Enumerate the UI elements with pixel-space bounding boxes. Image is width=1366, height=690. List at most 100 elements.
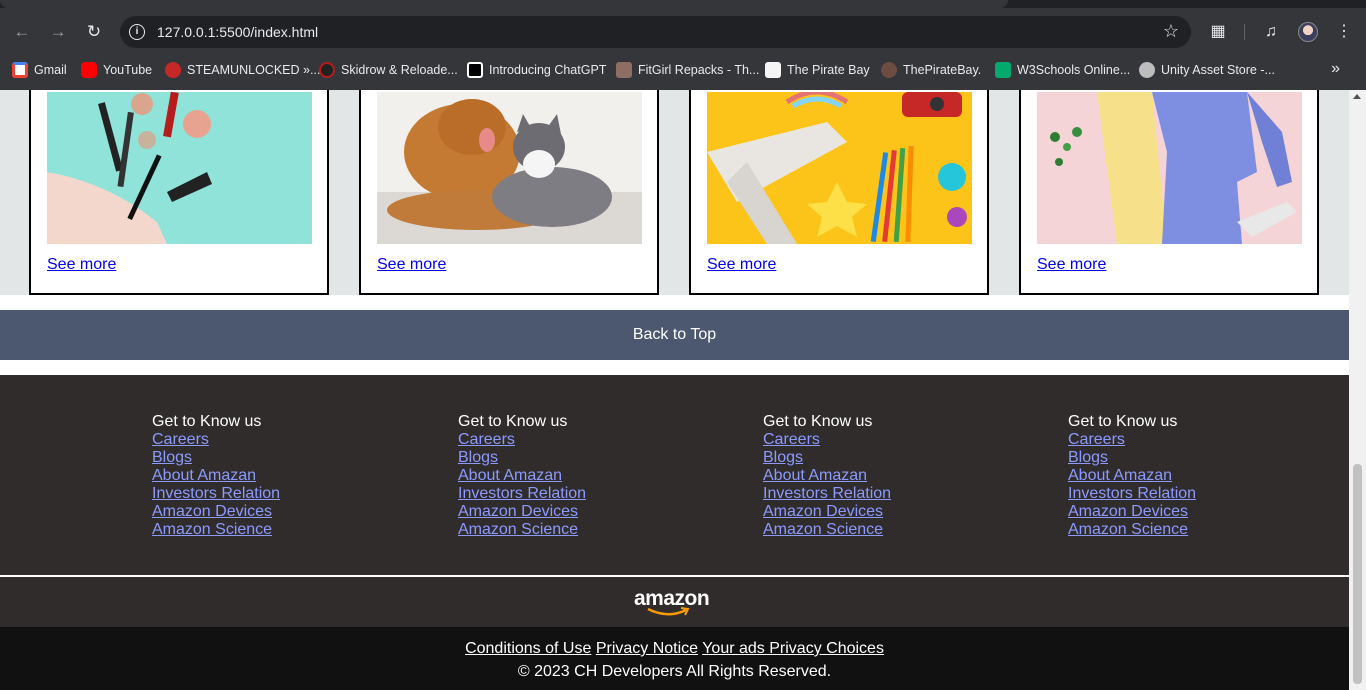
- skidrow-icon: [319, 62, 335, 78]
- menu-kebab-icon[interactable]: ⋮: [1330, 18, 1358, 46]
- footer-link-careers[interactable]: Careers: [458, 431, 658, 449]
- bookmark-thepiratebay[interactable]: ThePirateBay.: [881, 60, 981, 80]
- footer-link-about[interactable]: About Amazan: [458, 467, 658, 485]
- category-card: See more: [359, 90, 659, 295]
- category-cards-section: See more See more See more See more: [0, 90, 1349, 295]
- footer-column-heading: Get to Know us: [152, 413, 262, 430]
- category-card: See more: [689, 90, 989, 295]
- bookmark-star-icon[interactable]: ☆: [1163, 21, 1179, 42]
- bookmark-piratebay[interactable]: The Pirate Bay: [765, 60, 870, 80]
- see-more-link[interactable]: See more: [1037, 256, 1106, 274]
- back-to-top-button[interactable]: Back to Top: [0, 310, 1349, 360]
- dog-and-cat-image: [377, 92, 642, 244]
- bookmark-label: W3Schools Online...: [1017, 63, 1131, 77]
- back-arrow-icon[interactable]: ←: [8, 18, 36, 46]
- profile-avatar[interactable]: [1298, 22, 1318, 42]
- bookmark-steamunlocked[interactable]: STEAMUNLOCKED »...: [165, 60, 320, 80]
- bookmarks-overflow-icon[interactable]: »: [1331, 60, 1340, 78]
- category-card: See more: [29, 90, 329, 295]
- bookmark-label: STEAMUNLOCKED »...: [187, 63, 321, 77]
- bookmark-skidrow[interactable]: Skidrow & Reloade...: [319, 60, 458, 80]
- page-viewport: See more See more See more See more Back…: [0, 90, 1349, 690]
- browser-chrome: ← → ↻ i 127.0.0.1:5500/index.html ☆ ▦ ♫ …: [0, 0, 1366, 90]
- bookmark-label: Gmail: [34, 63, 67, 77]
- footer-link-about[interactable]: About Amazan: [152, 467, 352, 485]
- footer-logo-band: amazon: [0, 577, 1349, 627]
- bookmark-label: Introducing ChatGPT: [489, 63, 607, 77]
- bookmark-label: ThePirateBay.: [903, 63, 982, 77]
- fashion-clothing-image: [1037, 92, 1302, 244]
- toolbar-divider: [1244, 24, 1245, 40]
- see-more-link[interactable]: See more: [377, 256, 446, 274]
- amazon-smile-icon: [647, 607, 690, 616]
- footer-link-science[interactable]: Amazon Science: [152, 521, 352, 539]
- extensions-icon[interactable]: ▦: [1204, 18, 1232, 46]
- address-bar[interactable]: i 127.0.0.1:5500/index.html ☆: [120, 16, 1191, 48]
- footer-link-investors[interactable]: Investors Relation: [763, 485, 963, 503]
- footer-link-devices[interactable]: Amazon Devices: [152, 503, 352, 521]
- address-url[interactable]: 127.0.0.1:5500/index.html: [157, 24, 318, 40]
- footer-link-science[interactable]: Amazon Science: [763, 521, 963, 539]
- footer-link-science[interactable]: Amazon Science: [458, 521, 658, 539]
- w3schools-icon: [995, 62, 1011, 78]
- reload-icon[interactable]: ↻: [80, 18, 108, 46]
- bookmark-w3schools[interactable]: W3Schools Online...: [995, 60, 1130, 80]
- footer-column-heading: Get to Know us: [458, 413, 568, 430]
- footer-link-devices[interactable]: Amazon Devices: [1068, 503, 1268, 521]
- footer-link-blogs[interactable]: Blogs: [1068, 449, 1268, 467]
- footer-link-devices[interactable]: Amazon Devices: [763, 503, 963, 521]
- footer-link-about[interactable]: About Amazan: [763, 467, 963, 485]
- unity-icon: [1139, 62, 1155, 78]
- toys-and-pencils-image: [707, 92, 972, 244]
- bookmark-label: YouTube: [103, 63, 153, 77]
- bookmark-label: Unity Asset Store -...: [1161, 63, 1275, 77]
- scroll-up-arrow-icon[interactable]: [1353, 94, 1361, 99]
- footer-column-heading: Get to Know us: [763, 413, 873, 430]
- conditions-of-use-link[interactable]: Conditions of Use: [465, 640, 591, 657]
- youtube-icon: [81, 62, 97, 78]
- footer-link-investors[interactable]: Investors Relation: [1068, 485, 1268, 503]
- bookmark-label: FitGirl Repacks - Th...: [638, 63, 760, 77]
- bookmark-youtube[interactable]: YouTube: [81, 60, 152, 80]
- footer-link-blogs[interactable]: Blogs: [458, 449, 658, 467]
- piratebay-icon: [765, 62, 781, 78]
- vertical-scrollbar[interactable]: [1349, 90, 1366, 690]
- media-control-icon[interactable]: ♫: [1257, 18, 1285, 46]
- footer-link-about[interactable]: About Amazan: [1068, 467, 1268, 485]
- footer-links-section: Get to Know us Careers Blogs About Amaza…: [0, 375, 1349, 577]
- footer-link-devices[interactable]: Amazon Devices: [458, 503, 658, 521]
- active-tab[interactable]: [0, 0, 1008, 8]
- see-more-link[interactable]: See more: [707, 256, 776, 274]
- footer-column: Get to Know us Careers Blogs About Amaza…: [458, 413, 658, 539]
- footer-link-investors[interactable]: Investors Relation: [152, 485, 352, 503]
- footer-link-careers[interactable]: Careers: [763, 431, 963, 449]
- browser-toolbar: ← → ↻ i 127.0.0.1:5500/index.html ☆ ▦ ♫ …: [0, 12, 1366, 52]
- footer-link-careers[interactable]: Careers: [1068, 431, 1268, 449]
- chatgpt-icon: [467, 62, 483, 78]
- forward-arrow-icon[interactable]: →: [44, 18, 72, 46]
- bookmark-chatgpt[interactable]: Introducing ChatGPT: [467, 60, 606, 80]
- footer-link-blogs[interactable]: Blogs: [763, 449, 963, 467]
- bookmark-fitgirl[interactable]: FitGirl Repacks - Th...: [616, 60, 759, 80]
- footer-link-careers[interactable]: Careers: [152, 431, 352, 449]
- footer-legal-band: Conditions of Use Privacy Notice Your ad…: [0, 627, 1349, 690]
- footer-link-science[interactable]: Amazon Science: [1068, 521, 1268, 539]
- footer-link-investors[interactable]: Investors Relation: [458, 485, 658, 503]
- bookmarks-bar: Gmail YouTube STEAMUNLOCKED »... Skidrow…: [0, 58, 1366, 82]
- gmail-icon: [12, 62, 28, 78]
- legal-links: Conditions of Use Privacy Notice Your ad…: [0, 640, 1349, 658]
- ads-privacy-choices-link[interactable]: Your ads Privacy Choices: [702, 640, 884, 657]
- fitgirl-icon: [616, 62, 632, 78]
- footer-column: Get to Know us Careers Blogs About Amaza…: [1068, 413, 1268, 539]
- footer-column-heading: Get to Know us: [1068, 413, 1178, 430]
- bookmark-unity[interactable]: Unity Asset Store -...: [1139, 60, 1275, 80]
- see-more-link[interactable]: See more: [47, 256, 116, 274]
- ship-icon: [881, 62, 897, 78]
- privacy-notice-link[interactable]: Privacy Notice: [596, 640, 698, 657]
- footer-link-blogs[interactable]: Blogs: [152, 449, 352, 467]
- bookmark-gmail[interactable]: Gmail: [12, 60, 67, 80]
- site-info-icon[interactable]: i: [129, 24, 145, 40]
- category-card: See more: [1019, 90, 1319, 295]
- bookmark-label: The Pirate Bay: [787, 63, 870, 77]
- scrollbar-thumb[interactable]: [1353, 464, 1362, 684]
